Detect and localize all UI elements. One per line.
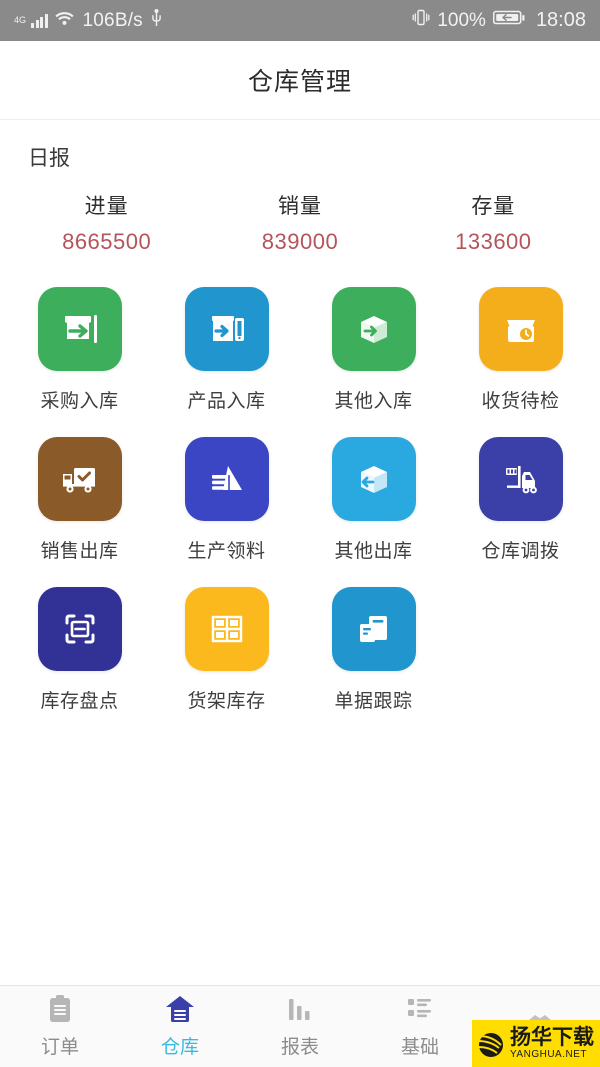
- grid-item-sales-outbound[interactable]: 销售出库: [6, 431, 153, 563]
- stat-stock: 存量 133600: [397, 190, 590, 255]
- box-arrow-in-icon: [37, 287, 122, 371]
- grid-item-product-inbound[interactable]: 产品入库: [153, 281, 300, 413]
- grid-item-label: 货架库存: [187, 691, 266, 712]
- clock-label: 18:08: [535, 9, 586, 31]
- documents-icon: [331, 587, 416, 671]
- page-title: 仓库管理: [247, 68, 352, 96]
- site-watermark: 扬华下载 YANGHUA.NET: [472, 1020, 600, 1067]
- network-generation-label: 4G: [14, 15, 27, 25]
- watermark-en-text: YANGHUA.NET: [510, 1049, 587, 1060]
- daily-report-label: 日报: [28, 147, 70, 170]
- grid-item-label: 产品入库: [187, 391, 266, 412]
- carton-arrow-in-icon: [331, 287, 416, 371]
- truck-check-icon: [37, 437, 122, 521]
- grid-item-document-tracking[interactable]: 单据跟踪: [300, 581, 447, 713]
- status-bar-left: 4G 106B/s: [14, 8, 163, 33]
- stat-inbound-label: 进量: [84, 195, 129, 218]
- function-grid: 采购入库 产品入库 其他入库 收货待检 销售出库 生产领料 其他出库 仓库调拨 …: [0, 281, 600, 713]
- stat-inbound-value: 8665500: [62, 229, 152, 254]
- grid-item-stock-count[interactable]: 库存盘点: [6, 581, 153, 713]
- grid-item-production-picking[interactable]: 生产领料: [153, 431, 300, 563]
- grid-item-label: 仓库调拨: [481, 541, 560, 562]
- shelf-grid-icon: [184, 587, 269, 671]
- tab-label: 仓库: [160, 1037, 199, 1058]
- grid-item-label: 其他出库: [334, 541, 413, 562]
- grid-item-label: 其他入库: [334, 391, 413, 412]
- battery-percent-label: 100%: [437, 9, 486, 31]
- stat-stock-label: 存量: [471, 195, 516, 218]
- stat-inbound: 进量 8665500: [10, 190, 203, 255]
- vibrate-icon: [412, 9, 430, 32]
- battery-charging-icon: [492, 10, 525, 32]
- watermark-logo-icon: [477, 1032, 503, 1057]
- grid-item-purchase-inbound[interactable]: 采购入库: [6, 281, 153, 413]
- stat-sales-label: 销量: [277, 195, 322, 218]
- material-stack-icon: [184, 437, 269, 521]
- list-grid-icon: [406, 994, 434, 1024]
- grid-item-label: 单据跟踪: [334, 691, 413, 712]
- usb-icon: [150, 8, 163, 33]
- scan-minus-icon: [37, 587, 122, 671]
- grid-item-label: 销售出库: [40, 541, 119, 562]
- warehouse-icon: [165, 994, 195, 1024]
- grid-item-label: 生产领料: [187, 541, 266, 562]
- grid-item-receipt-inspection[interactable]: 收货待检: [447, 281, 594, 413]
- watermark-cn-text: 扬华下载: [510, 1026, 594, 1049]
- tab-basic[interactable]: 基础: [360, 986, 480, 1067]
- bar-chart-icon: [286, 994, 314, 1024]
- tab-label: 报表: [280, 1037, 319, 1058]
- tab-orders[interactable]: 订单: [0, 986, 120, 1067]
- stat-stock-value: 133600: [455, 229, 532, 254]
- signal-icon: [31, 13, 48, 28]
- stat-sales: 销量 839000: [203, 190, 396, 255]
- grid-item-other-outbound[interactable]: 其他出库: [300, 431, 447, 563]
- tab-label: 订单: [40, 1037, 79, 1058]
- clipboard-icon: [47, 994, 73, 1024]
- grid-item-other-inbound[interactable]: 其他入库: [300, 281, 447, 413]
- grid-item-shelf-stock[interactable]: 货架库存: [153, 581, 300, 713]
- tab-label: 基础: [400, 1037, 439, 1058]
- app-title-bar: 仓库管理: [0, 41, 600, 120]
- network-speed-label: 106B/s: [82, 9, 143, 31]
- grid-item-empty: [447, 581, 594, 713]
- grid-item-label: 收货待检: [481, 391, 560, 412]
- grid-item-label: 库存盘点: [40, 691, 119, 712]
- status-bar: 4G 106B/s 100% 18:08: [0, 0, 600, 41]
- status-bar-right: 100% 18:08: [412, 9, 586, 32]
- tab-reports[interactable]: 报表: [240, 986, 360, 1067]
- grid-item-label: 采购入库: [40, 391, 119, 412]
- forklift-icon: [478, 437, 563, 521]
- product-arrow-in-icon: [184, 287, 269, 371]
- daily-report-stats: 进量 8665500 销量 839000 存量 133600: [0, 190, 600, 255]
- grid-item-warehouse-transfer[interactable]: 仓库调拨: [447, 431, 594, 563]
- tab-warehouse[interactable]: 仓库: [120, 986, 240, 1067]
- wifi-icon: [54, 10, 74, 32]
- carton-arrow-out-icon: [331, 437, 416, 521]
- stat-sales-value: 839000: [261, 229, 339, 254]
- box-clock-icon: [478, 287, 563, 371]
